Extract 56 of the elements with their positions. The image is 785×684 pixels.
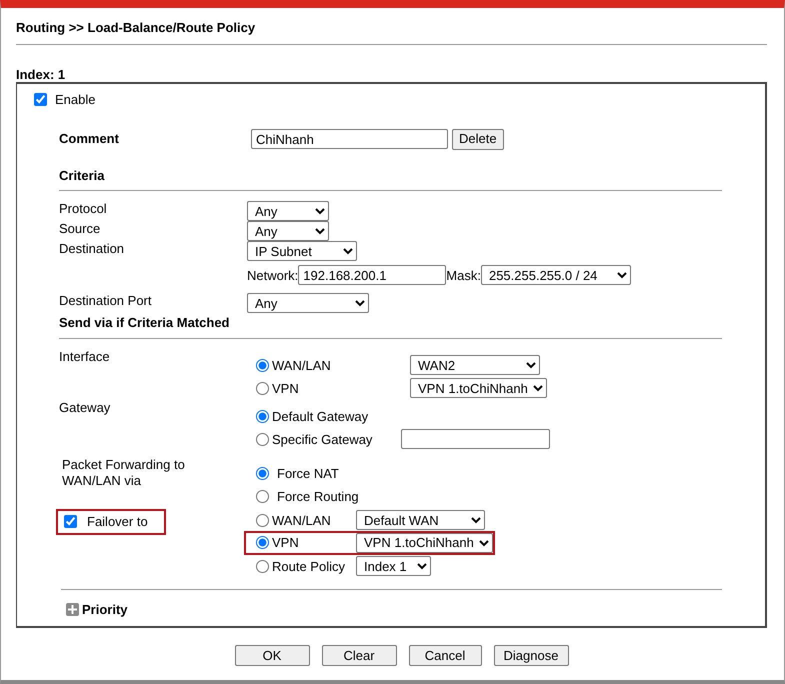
field-label: Network:	[247, 268, 298, 284]
radio-label: Default Gateway	[272, 408, 368, 424]
radio-label: VPN	[272, 535, 299, 551]
section-heading: Criteria	[59, 168, 105, 184]
field-label: Destination	[59, 241, 126, 258]
radio-button[interactable]	[256, 560, 269, 573]
dropdown[interactable]: Any	[247, 293, 369, 314]
radio-button[interactable]	[256, 466, 269, 480]
radio-button[interactable]	[256, 358, 269, 372]
radio-button[interactable]	[256, 490, 269, 503]
form-button[interactable]: Cancel	[408, 645, 482, 666]
page-title: Routing >> Load-Balance/Route Policy	[16, 20, 256, 36]
field-label: Packet Forwarding to WAN/LAN via	[62, 456, 186, 488]
radio-label: Route Policy	[272, 558, 345, 574]
radio-label: WAN/LAN	[272, 358, 331, 374]
radio-button[interactable]	[256, 432, 269, 446]
radio-label: Force NAT	[277, 466, 339, 482]
checkbox[interactable]	[34, 93, 47, 106]
checkbox-label: Failover to	[87, 514, 148, 530]
section-heading: Send via if Criteria Matched	[59, 315, 230, 331]
checkbox-label: Enable	[55, 92, 96, 108]
dropdown[interactable]: VPN 1.toChiNhanh	[356, 532, 493, 553]
dropdown[interactable]: Default WAN	[356, 510, 485, 530]
checkbox[interactable]	[64, 515, 77, 528]
field-label: Destination Port	[59, 293, 152, 310]
radio-label: VPN	[272, 380, 299, 396]
dropdown[interactable]: Any	[247, 221, 329, 242]
radio-button[interactable]	[256, 536, 269, 550]
dropdown[interactable]: WAN2	[410, 355, 540, 376]
form-button[interactable]: Diagnose	[494, 645, 568, 666]
radio-button[interactable]	[256, 382, 269, 395]
comment-field[interactable]: ChiNhanh	[251, 129, 448, 150]
field-label: Source	[59, 221, 102, 238]
field-label: Gateway	[59, 400, 110, 416]
field-label: Comment	[59, 131, 120, 148]
gateway-field[interactable]	[401, 429, 550, 450]
dropdown[interactable]: Any	[247, 201, 329, 222]
radio-label: Force Routing	[277, 488, 359, 504]
radio-label: Specific Gateway	[272, 432, 372, 448]
delete-button[interactable]: Delete	[452, 128, 504, 150]
dropdown[interactable]: VPN 1.toChiNhanh	[410, 378, 547, 398]
dropdown[interactable]: 255.255.255.0 / 24	[480, 265, 631, 286]
field-label: Mask:	[446, 268, 481, 284]
network-field[interactable]: 192.168.200.1	[298, 265, 446, 286]
form-button[interactable]: OK	[234, 645, 310, 666]
dropdown[interactable]: Index 1	[356, 556, 431, 576]
section-toggle[interactable]: Priority	[82, 602, 128, 618]
form-button[interactable]: Clear	[322, 645, 396, 666]
plus-icon[interactable]	[66, 603, 79, 616]
radio-label: WAN/LAN	[272, 512, 331, 528]
dropdown[interactable]: IP Subnet	[247, 241, 357, 262]
radio-button[interactable]	[256, 514, 269, 527]
radio-button[interactable]	[256, 410, 269, 423]
index-label: Index: 1	[16, 66, 66, 82]
field-label: Protocol	[59, 201, 108, 218]
field-label: Interface	[59, 348, 110, 365]
